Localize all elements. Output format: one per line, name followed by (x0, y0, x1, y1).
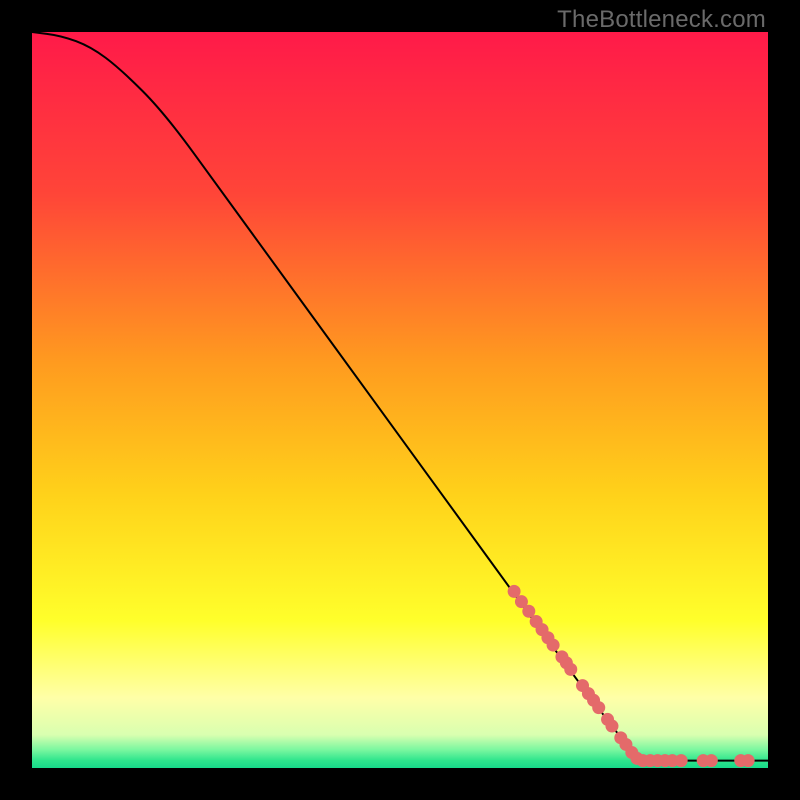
data-point-marker (592, 701, 605, 714)
outer-black-frame: TheBottleneck.com (0, 0, 800, 800)
gradient-background (32, 32, 768, 768)
data-point-marker (742, 754, 755, 767)
chart-svg (32, 32, 768, 768)
chart-plot-area (32, 32, 768, 768)
data-point-marker (547, 639, 560, 652)
watermark-text: TheBottleneck.com (557, 6, 766, 34)
data-point-marker (605, 720, 618, 733)
data-point-marker (675, 754, 688, 767)
data-point-marker (705, 754, 718, 767)
data-point-marker (564, 663, 577, 676)
